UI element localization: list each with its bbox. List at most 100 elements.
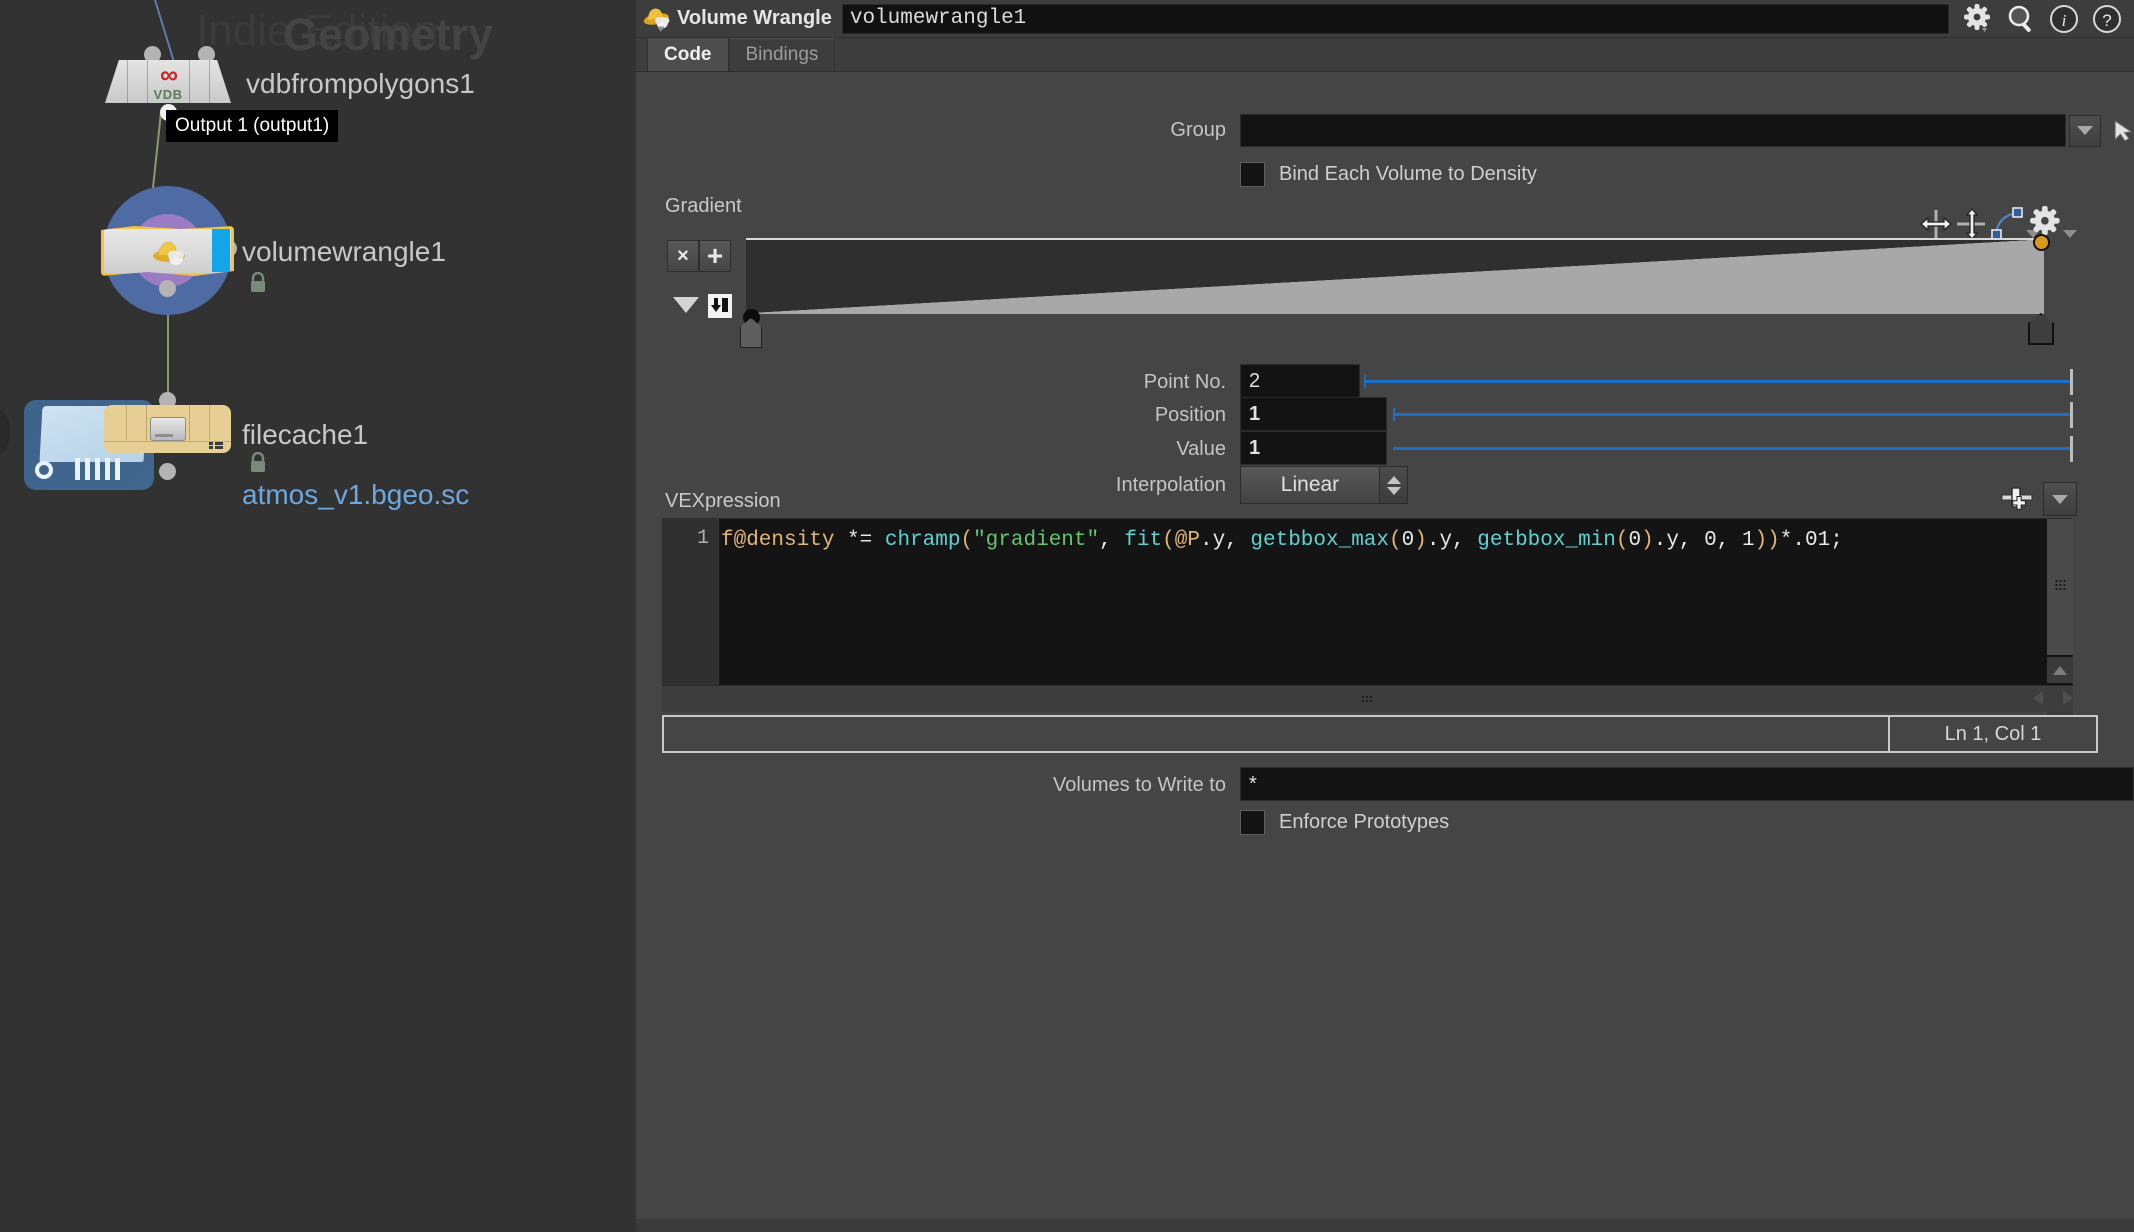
code-token: 0: [1629, 529, 1642, 552]
slider-handle[interactable]: [2070, 369, 2073, 395]
code-token: 0: [1704, 529, 1717, 552]
watermark-edition: Indie Edition: [196, 6, 438, 56]
ramp-handle-right-selected[interactable]: [2028, 313, 2054, 345]
value-slider[interactable]: [1393, 431, 2073, 465]
code-token: ;: [1830, 529, 1843, 552]
curve-edit-icon[interactable]: [1991, 206, 2025, 240]
node-menu-dots-icon: [209, 442, 223, 452]
enforce-prototypes-label: Enforce Prototypes: [1279, 811, 1449, 834]
value-input[interactable]: 1: [1240, 431, 1387, 465]
node-label-vdbfrompolygons1: vdbfrompolygons1: [246, 68, 475, 100]
cursor-position: Ln 1, Col 1: [1888, 717, 2096, 751]
code-token: chramp: [885, 529, 961, 552]
node-name-input[interactable]: volumewrangle1: [842, 4, 1949, 34]
parameter-header: Volume Wrangle volumewrangle1 i: [636, 0, 2134, 38]
code-scroll-up-button[interactable]: [2047, 657, 2073, 683]
filecache-drive-icon: [150, 417, 186, 441]
chevron-down-icon: [2052, 495, 2068, 504]
slider-handle[interactable]: [2070, 402, 2073, 428]
ramp-gear-dropdown-caret[interactable]: [2063, 230, 2077, 238]
value-label: Value: [1036, 438, 1226, 461]
interpolation-select[interactable]: Linear: [1240, 466, 1408, 504]
tab-bindings[interactable]: Bindings: [729, 38, 836, 71]
triangle-down-icon[interactable]: [673, 297, 699, 313]
fit-ramp-icon[interactable]: [708, 294, 732, 318]
slider-tick: [1364, 375, 1366, 388]
parameter-pane: Volume Wrangle volumewrangle1 i: [636, 0, 2134, 1219]
pane-bottom-strip: [636, 1219, 2134, 1232]
filecache-output-dot[interactable]: [159, 463, 176, 480]
slider-track: [1364, 380, 2073, 383]
bind-each-volume-label: Bind Each Volume to Density: [1279, 163, 1537, 186]
ramp-delete-point-button[interactable]: ×: [667, 240, 699, 272]
volumes-to-write-input[interactable]: *: [1240, 767, 2134, 801]
slider-handle[interactable]: [2070, 436, 2073, 462]
volumes-to-write-label: Volumes to Write to: [936, 774, 1226, 797]
code-token: 0: [1402, 529, 1415, 552]
ramp-add-point-button[interactable]: +: [699, 240, 731, 272]
scrollbar-thumb[interactable]: [2047, 519, 2073, 655]
point-no-label: Point No.: [1036, 371, 1226, 394]
ramp-point-1-selected[interactable]: [2033, 234, 2050, 251]
network-editor-pane[interactable]: Indie Edition Geometry ∞ VDB vdbfrompoly…: [0, 0, 636, 1232]
code-token: ): [1414, 529, 1427, 552]
vexpression-code-editor[interactable]: 1 f@density *= chramp("gradient", fit(@P…: [662, 518, 2073, 686]
code-token: getbbox_max: [1250, 529, 1389, 552]
node-vdbfrompolygons1[interactable]: ∞ VDB: [105, 60, 231, 103]
position-slider[interactable]: [1393, 397, 2073, 431]
ramp-handle-left[interactable]: [740, 318, 762, 348]
code-token: ,: [1099, 529, 1124, 552]
flip-horizontal-icon[interactable]: [1919, 208, 1953, 240]
search-icon[interactable]: [2006, 4, 2036, 34]
interpolation-label: Interpolation: [996, 474, 1226, 497]
code-token: )): [1755, 529, 1780, 552]
interpolation-spinner[interactable]: [1379, 467, 1407, 503]
group-label: Group: [1036, 119, 1226, 142]
vdb-icon: ∞ VDB: [154, 63, 183, 101]
group-input[interactable]: [1240, 114, 2066, 147]
display-flag[interactable]: [212, 229, 230, 272]
code-status-bar: Ln 1, Col 1: [662, 715, 2098, 753]
code-token: "gradient": [973, 529, 1099, 552]
tab-code[interactable]: Code: [647, 38, 729, 71]
code-token: fit: [1124, 529, 1162, 552]
point-no-slider[interactable]: [1364, 364, 2073, 398]
flip-vertical-icon[interactable]: [1955, 208, 1989, 240]
gear-icon[interactable]: [1963, 4, 1993, 34]
point-no-input[interactable]: 2: [1240, 364, 1360, 398]
watermark-context: Geometry: [283, 9, 493, 61]
info-icon[interactable]: i: [2049, 4, 2079, 34]
gradient-ramp-graph[interactable]: [746, 238, 2044, 314]
code-token: f@density: [721, 529, 847, 552]
code-page-right-button[interactable]: [2054, 688, 2080, 708]
position-input[interactable]: 1: [1240, 397, 1387, 431]
arrow-cursor-icon[interactable]: [2113, 116, 2134, 146]
group-dropdown-button[interactable]: [2069, 115, 2101, 147]
ramp-fill: [746, 240, 2044, 314]
code-token: .y,: [1427, 529, 1477, 552]
code-token: *: [1780, 529, 1793, 552]
enforce-prototypes-row: Enforce Prototypes: [1240, 810, 1449, 835]
code-token: @P: [1175, 529, 1200, 552]
wrangle-output-dot[interactable]: [159, 280, 176, 297]
help-icon[interactable]: ?: [2092, 4, 2122, 34]
code-vertical-scrollbar[interactable]: [2047, 519, 2073, 655]
node-filecache1[interactable]: [104, 405, 231, 453]
code-token: ,: [1717, 529, 1742, 552]
code-page-left-button[interactable]: [2026, 688, 2052, 708]
bind-each-volume-checkbox[interactable]: [1240, 162, 1265, 187]
vexpression-menu-button[interactable]: [2043, 482, 2077, 516]
node-volumewrangle1[interactable]: [101, 226, 234, 276]
enforce-prototypes-checkbox[interactable]: [1240, 810, 1265, 835]
code-token: ): [1641, 529, 1654, 552]
code-token: .y,: [1654, 529, 1704, 552]
wrangle-hat-icon: [642, 6, 672, 32]
code-content[interactable]: f@density *= chramp("gradient", fit(@P.y…: [719, 519, 2072, 685]
houdini-window: Indie Edition Geometry ∞ VDB vdbfrompoly…: [0, 0, 2134, 1232]
gradient-label: Gradient: [665, 195, 742, 218]
code-token: .y,: [1200, 529, 1250, 552]
editor-horizontal-splitter[interactable]: [662, 686, 2073, 712]
node-seam: [209, 60, 210, 103]
svg-text:?: ?: [2102, 11, 2111, 30]
add-slider-icon[interactable]: [2000, 484, 2036, 518]
